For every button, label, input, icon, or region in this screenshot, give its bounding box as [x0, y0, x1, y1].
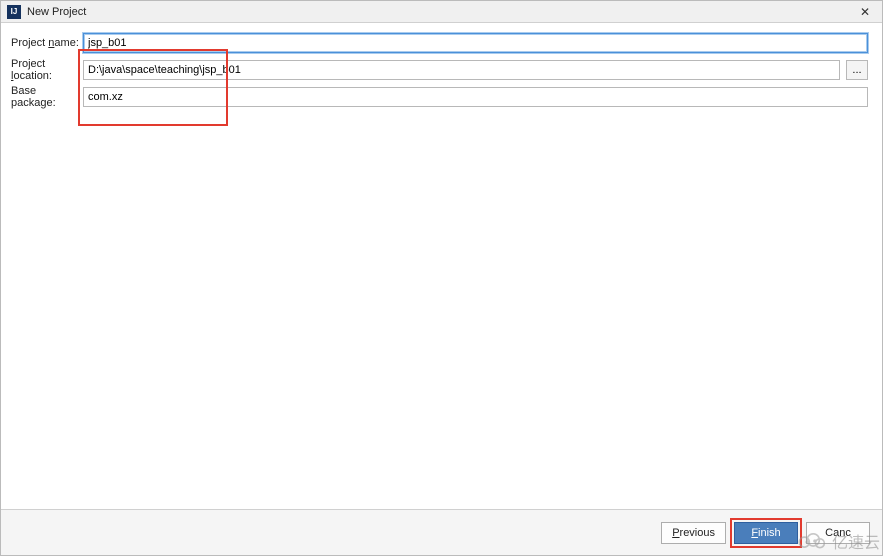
row-project-name: Project name: [11, 33, 868, 53]
window-title: New Project [27, 6, 854, 18]
label-base-package: Base package: [11, 85, 83, 109]
label-project-location: Project location: [11, 58, 83, 82]
app-icon: IJ [7, 5, 21, 19]
browse-location-button[interactable]: ... [846, 60, 868, 80]
project-name-input[interactable] [83, 33, 868, 53]
row-base-package: Base package: [11, 87, 868, 107]
dialog-content: Project name: Project location: ... Base… [1, 23, 882, 509]
dialog-window: IJ New Project ✕ Project name: Project l… [0, 0, 883, 556]
dialog-footer: Previous Finish Canc 亿速云 [1, 509, 882, 555]
close-icon: ✕ [860, 5, 870, 19]
label-project-name: Project name: [11, 37, 83, 49]
titlebar: IJ New Project ✕ [1, 1, 882, 23]
close-button[interactable]: ✕ [854, 3, 876, 21]
finish-button[interactable]: Finish [734, 522, 798, 544]
previous-button[interactable]: Previous [661, 522, 726, 544]
project-location-input[interactable] [83, 60, 840, 80]
row-project-location: Project location: ... [11, 60, 868, 80]
cancel-button[interactable]: Canc [806, 522, 870, 544]
base-package-input[interactable] [83, 87, 868, 107]
